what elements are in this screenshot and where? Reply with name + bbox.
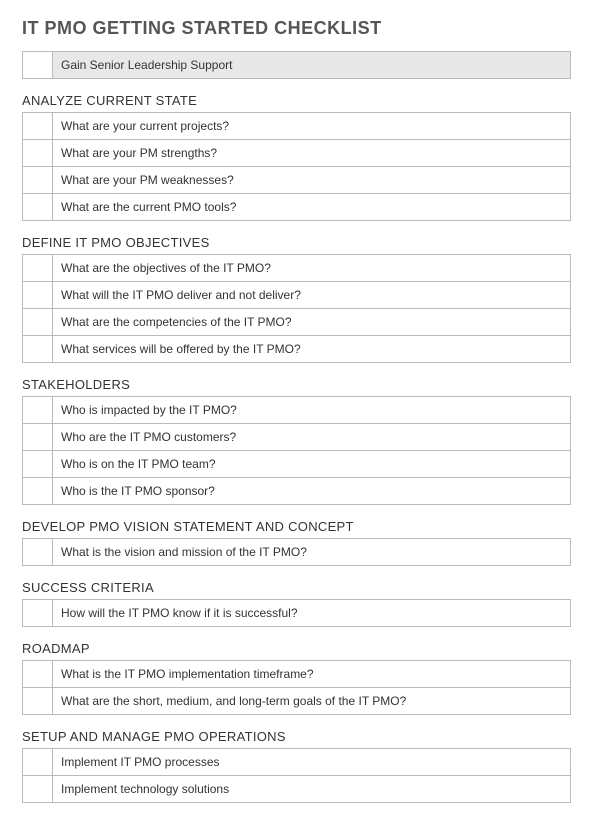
checklist-row: How will the IT PMO know if it is succes… xyxy=(23,600,571,627)
checkbox-cell[interactable] xyxy=(23,688,53,715)
checkbox-cell[interactable] xyxy=(23,478,53,505)
checklist-row: What is the vision and mission of the IT… xyxy=(23,539,571,566)
checkbox-cell[interactable] xyxy=(23,113,53,140)
checklist-row: Who is impacted by the IT PMO? xyxy=(23,397,571,424)
checklist-item-text: Who is the IT PMO sponsor? xyxy=(53,478,571,505)
checklist-item-text: Who are the IT PMO customers? xyxy=(53,424,571,451)
checklist-item-text: Gain Senior Leadership Support xyxy=(53,52,571,79)
section-heading: SETUP AND MANAGE PMO OPERATIONS xyxy=(22,729,571,744)
checkbox-cell[interactable] xyxy=(23,282,53,309)
checklist-item-text: How will the IT PMO know if it is succes… xyxy=(53,600,571,627)
checkbox-cell[interactable] xyxy=(23,600,53,627)
checklist-row: What are the objectives of the IT PMO? xyxy=(23,255,571,282)
checklist-row: Gain Senior Leadership Support xyxy=(23,52,571,79)
checklist-item-text: Who is on the IT PMO team? xyxy=(53,451,571,478)
section-heading: SUCCESS CRITERIA xyxy=(22,580,571,595)
checklist-item-text: What is the IT PMO implementation timefr… xyxy=(53,661,571,688)
checkbox-cell[interactable] xyxy=(23,309,53,336)
section-table: What are the objectives of the IT PMO?Wh… xyxy=(22,254,571,363)
section-heading: ANALYZE CURRENT STATE xyxy=(22,93,571,108)
checkbox-cell[interactable] xyxy=(23,424,53,451)
checklist-row: What is the IT PMO implementation timefr… xyxy=(23,661,571,688)
section-table: What is the vision and mission of the IT… xyxy=(22,538,571,566)
checklist-row: What are your current projects? xyxy=(23,113,571,140)
checkbox-cell[interactable] xyxy=(23,167,53,194)
checklist-item-text: What are the current PMO tools? xyxy=(53,194,571,221)
checklist-item-text: Implement technology solutions xyxy=(53,776,571,803)
section-table: How will the IT PMO know if it is succes… xyxy=(22,599,571,627)
checklist-row: Implement IT PMO processes xyxy=(23,749,571,776)
top-item-table: Gain Senior Leadership Support xyxy=(22,51,571,79)
checklist-item-text: What are the objectives of the IT PMO? xyxy=(53,255,571,282)
checklist-item-text: Who is impacted by the IT PMO? xyxy=(53,397,571,424)
checkbox-cell[interactable] xyxy=(23,776,53,803)
checklist-item-text: What are your current projects? xyxy=(53,113,571,140)
checklist-item-text: What are the competencies of the IT PMO? xyxy=(53,309,571,336)
checklist-item-text: What services will be offered by the IT … xyxy=(53,336,571,363)
page-title: IT PMO GETTING STARTED CHECKLIST xyxy=(22,18,571,39)
checkbox-cell[interactable] xyxy=(23,749,53,776)
checkbox-cell[interactable] xyxy=(23,255,53,282)
checkbox-cell[interactable] xyxy=(23,194,53,221)
checkbox-cell[interactable] xyxy=(23,397,53,424)
checklist-item-text: Implement IT PMO processes xyxy=(53,749,571,776)
checklist-row: What are your PM weaknesses? xyxy=(23,167,571,194)
checkbox-cell[interactable] xyxy=(23,451,53,478)
checkbox-cell[interactable] xyxy=(23,661,53,688)
checklist-row: What are your PM strengths? xyxy=(23,140,571,167)
checklist-row: Implement technology solutions xyxy=(23,776,571,803)
checkbox-cell[interactable] xyxy=(23,539,53,566)
section-heading: DEVELOP PMO VISION STATEMENT AND CONCEPT xyxy=(22,519,571,534)
checklist-row: What are the current PMO tools? xyxy=(23,194,571,221)
section-heading: STAKEHOLDERS xyxy=(22,377,571,392)
checklist-item-text: What are the short, medium, and long-ter… xyxy=(53,688,571,715)
checklist-row: What are the short, medium, and long-ter… xyxy=(23,688,571,715)
checklist-row: What are the competencies of the IT PMO? xyxy=(23,309,571,336)
section-heading: DEFINE IT PMO OBJECTIVES xyxy=(22,235,571,250)
section-table: What is the IT PMO implementation timefr… xyxy=(22,660,571,715)
checkbox-cell[interactable] xyxy=(23,140,53,167)
section-heading: ROADMAP xyxy=(22,641,571,656)
checklist-item-text: What are your PM weaknesses? xyxy=(53,167,571,194)
checklist-row: Who are the IT PMO customers? xyxy=(23,424,571,451)
checklist-item-text: What is the vision and mission of the IT… xyxy=(53,539,571,566)
checklist-item-text: What will the IT PMO deliver and not del… xyxy=(53,282,571,309)
checkbox-cell[interactable] xyxy=(23,336,53,363)
section-table: Who is impacted by the IT PMO?Who are th… xyxy=(22,396,571,505)
checklist-row: What services will be offered by the IT … xyxy=(23,336,571,363)
checklist-row: Who is on the IT PMO team? xyxy=(23,451,571,478)
checkbox-cell[interactable] xyxy=(23,52,53,79)
checklist-item-text: What are your PM strengths? xyxy=(53,140,571,167)
checklist-row: What will the IT PMO deliver and not del… xyxy=(23,282,571,309)
section-table: Implement IT PMO processesImplement tech… xyxy=(22,748,571,803)
section-table: What are your current projects?What are … xyxy=(22,112,571,221)
checklist-row: Who is the IT PMO sponsor? xyxy=(23,478,571,505)
